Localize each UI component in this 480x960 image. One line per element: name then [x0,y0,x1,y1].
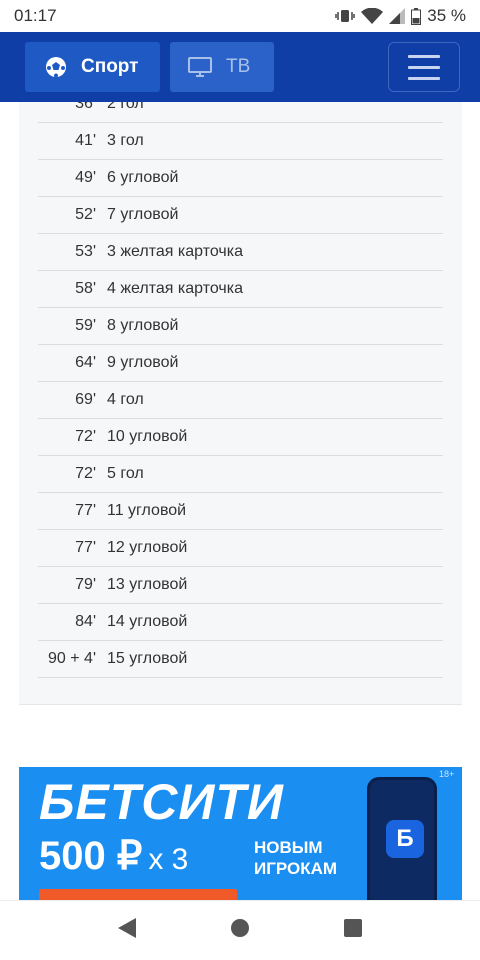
event-row: 49' 6 угловой [38,160,443,197]
event-row: 53' 3 желтая карточка [38,234,443,271]
event-minute: 41' [75,132,96,149]
signal-icon [389,8,406,24]
battery-percent: 35 % [427,6,466,25]
tv-icon [188,57,212,77]
status-time: 01:17 [14,6,57,25]
event-row: 90 + 4' 15 угловой [38,641,443,678]
back-icon[interactable] [117,917,137,944]
event-description: 4 гол [107,391,144,408]
nav-sport-label: Спорт [81,56,139,77]
event-minute: 64' [75,354,96,371]
match-events-panel: 36' 2 гол 41' 3 гол 49' 6 угловой 52' 7 угловой… [19,102,462,705]
android-navigation-bar [0,900,480,960]
app-icon: Б [386,820,424,858]
event-description: 15 угловой [107,650,188,667]
event-description: 4 желтая карточка [107,280,243,297]
event-minute: 77' [75,539,96,556]
event-minute: 36' [75,102,96,112]
status-bar: 01:17 35 % [0,0,480,32]
recents-icon[interactable] [343,918,363,943]
event-row: 41' 3 гол [38,123,443,160]
event-description: 8 угловой [107,317,179,334]
banner-subtitle-line2: ИГРОКАМ [254,859,338,878]
event-description: 9 угловой [107,354,179,371]
event-description: 3 гол [107,132,144,149]
event-description: 6 угловой [107,169,179,186]
banner-multiplier: x 3 [148,843,189,876]
event-description: 2 гол [107,102,144,112]
event-minute: 69' [75,391,96,408]
banner-subtitle: НОВЫМ ИГРОКАМ [254,837,374,879]
wifi-icon [361,8,384,24]
event-row: 77' 12 угловой [38,530,443,567]
event-description: 13 угловой [107,576,188,593]
event-minute: 59' [75,317,96,334]
event-description: 5 гол [107,465,144,482]
event-row: 72' 10 угловой [38,419,443,456]
event-row: 64' 9 угловой [38,345,443,382]
event-description: 14 угловой [107,613,188,630]
event-description: 12 угловой [107,539,188,556]
battery-icon [411,7,422,25]
event-description: 3 желтая карточка [107,243,243,260]
event-description: 7 угловой [107,206,179,223]
event-row: 72' 5 гол [38,456,443,493]
event-minute: 49' [75,169,96,186]
banner-amount-value: 500 ₽ [39,834,143,878]
event-minute: 58' [75,280,96,297]
hamburger-line [408,54,440,58]
event-minute: 90 + 4' [48,650,96,667]
event-minute: 77' [75,502,96,519]
nav-tv-button[interactable]: ТВ [170,42,274,92]
banner-title: БЕТСИТИ [39,774,284,830]
banner-amount: 500 ₽ x 3 [39,833,194,879]
event-row: 58' 4 желтая карточка [38,271,443,308]
event-description: 10 угловой [107,428,188,445]
home-icon[interactable] [230,918,250,943]
event-minute: 79' [75,576,96,593]
event-row: 59' 8 угловой [38,308,443,345]
age-rating: 18+ [439,769,455,779]
event-row: 69' 4 гол [38,382,443,419]
vibrate-icon [335,8,355,24]
event-row: 52' 7 угловой [38,197,443,234]
event-minute: 53' [75,243,96,260]
event-minute: 84' [75,613,96,630]
event-minute: 72' [75,428,96,445]
event-minute: 52' [75,206,96,223]
event-row: 79' 13 угловой [38,567,443,604]
event-row: 36' 2 гол [38,102,443,123]
soccer-ball-icon [45,56,67,78]
site-header: Спорт ТВ [0,32,480,102]
event-description: 11 угловой [107,502,187,519]
match-events-table: 36' 2 гол 41' 3 гол 49' 6 угловой 52' 7 угловой… [38,102,443,678]
menu-hamburger-button[interactable] [388,42,460,92]
banner-subtitle-line1: НОВЫМ [254,838,323,857]
hamburger-line [408,76,440,80]
event-row: 77' 11 угловой [38,493,443,530]
nav-tv-label: ТВ [226,56,251,77]
nav-sport-button[interactable]: Спорт [25,42,160,92]
event-minute: 72' [75,465,96,482]
event-row: 84' 14 угловой [38,604,443,641]
status-icons: 35 % [335,6,466,26]
hamburger-line [408,65,440,69]
